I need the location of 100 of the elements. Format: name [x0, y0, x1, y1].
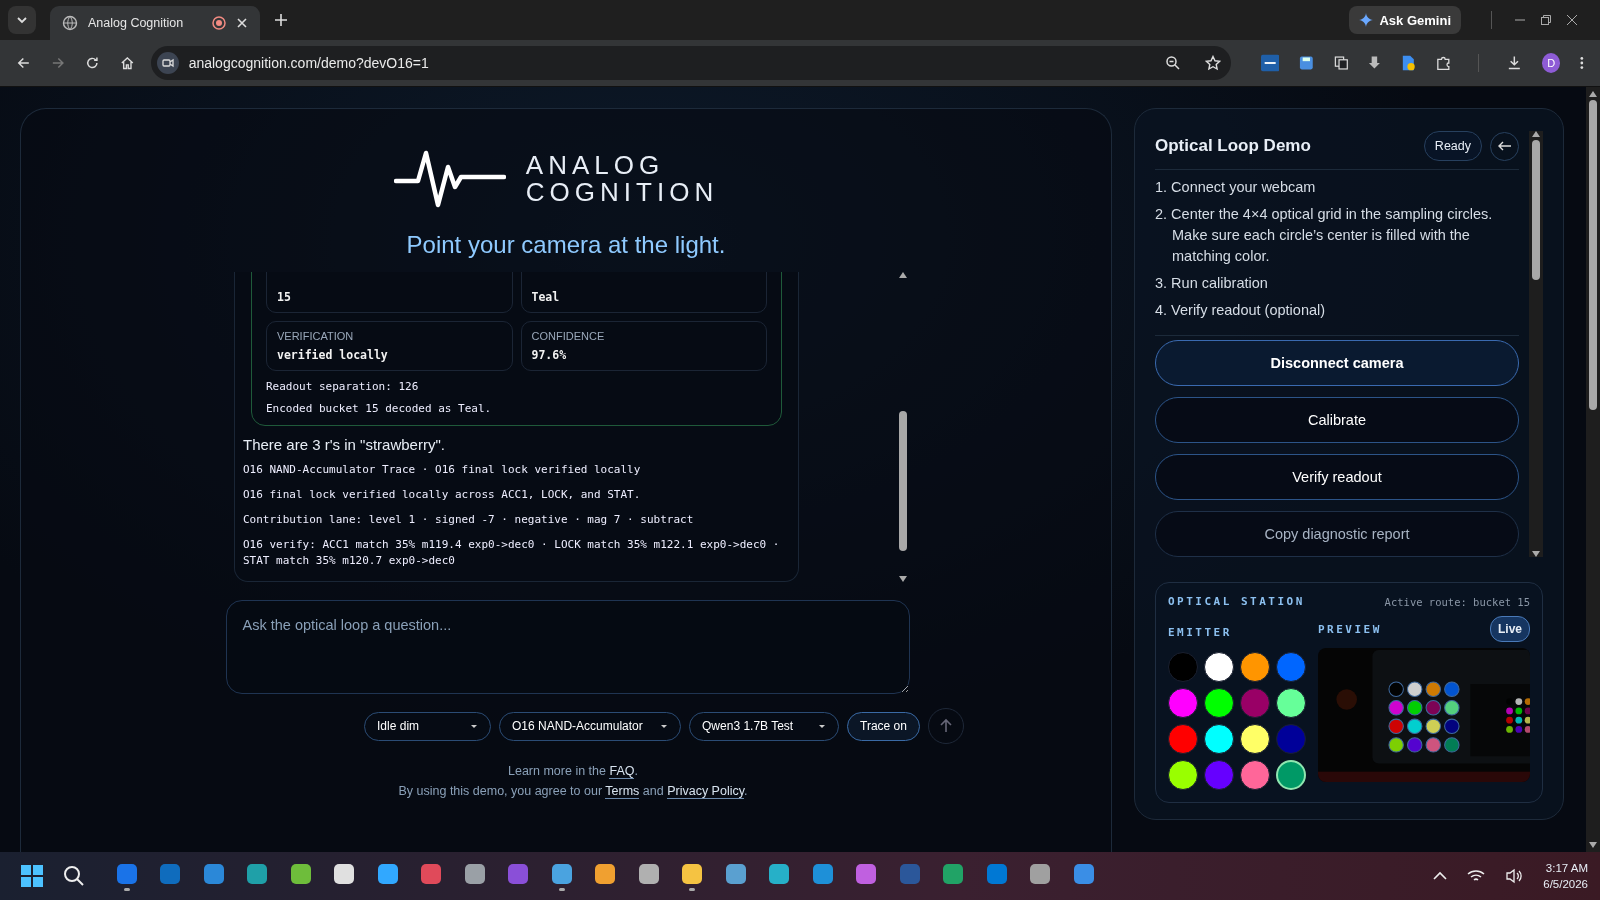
trace-line: O16 verify: ACC1 match 35% m119.4 exp0->dec0 · LOCK match 35% m122.1 exp0->dec0 · STAT match 35% m120.7 exp0->dec0	[243, 537, 781, 569]
profile-avatar[interactable]: D	[1542, 53, 1561, 73]
logo-text: ANALOG	[525, 152, 666, 179]
cell-value: verified locally	[277, 348, 389, 362]
color-swatch[interactable]	[1168, 688, 1198, 718]
color-swatch[interactable]	[1168, 760, 1198, 790]
new-tab-icon[interactable]	[274, 13, 288, 27]
cell-label: CONFIDENCE	[531, 330, 606, 342]
scrollbar[interactable]	[1529, 131, 1543, 557]
panel-button[interactable]: Calibrate	[1155, 397, 1519, 443]
scroll-down-icon[interactable]	[899, 576, 907, 582]
app-icon[interactable]	[1028, 861, 1053, 886]
clock-time[interactable]: 3:17 AM	[1545, 860, 1588, 876]
dropdown[interactable]: Qwen3 1.7B Test	[689, 711, 840, 741]
color-swatch[interactable]	[1204, 760, 1234, 790]
scrollbar[interactable]	[896, 272, 910, 582]
app-icon[interactable]	[680, 861, 705, 886]
panel-button[interactable]: Disconnect camera	[1155, 340, 1519, 386]
terms-link[interactable]: Terms	[605, 784, 640, 799]
scroll-down-icon[interactable]	[1589, 842, 1597, 848]
color-swatch[interactable]	[1240, 724, 1270, 754]
close-icon[interactable]	[1566, 14, 1578, 26]
restore-icon[interactable]	[1540, 14, 1552, 26]
volume-icon[interactable]	[1505, 868, 1524, 884]
tab-list-button[interactable]	[8, 6, 36, 34]
reload-icon[interactable]	[85, 55, 100, 71]
download-arrow-icon[interactable]	[1368, 55, 1382, 71]
panel-title: Optical Loop Demo	[1155, 136, 1312, 156]
color-swatch[interactable]	[1168, 724, 1198, 754]
browser-tab[interactable]: Analog Cognition	[50, 6, 260, 40]
back-icon[interactable]	[16, 55, 31, 71]
address-bar[interactable]: analogcognition.com/demo?devO16=1	[150, 46, 1231, 80]
status-pill: Ready	[1423, 131, 1482, 161]
forward-icon[interactable]	[50, 55, 66, 71]
color-swatch[interactable]	[1276, 652, 1306, 682]
trace-line: O16 NAND-Accumulator Trace · O16 final lock verified locally	[243, 462, 642, 478]
scroll-thumb[interactable]	[1532, 140, 1540, 280]
document-badge-icon[interactable]	[1401, 54, 1416, 72]
puzzle-icon[interactable]	[1435, 55, 1451, 71]
result-note: Readout separation: 126	[266, 380, 420, 393]
color-swatch[interactable]	[1168, 652, 1198, 682]
app-icon[interactable]	[245, 861, 270, 886]
color-swatch[interactable]	[1276, 724, 1306, 754]
site-info-icon[interactable]	[156, 52, 179, 74]
app-icon[interactable]	[332, 861, 357, 886]
ask-gemini-button[interactable]: Ask Gemini	[1349, 6, 1461, 34]
live-badge: Live	[1490, 616, 1530, 642]
app-icon[interactable]	[375, 861, 400, 886]
preview-label: PREVIEW	[1318, 622, 1382, 636]
footer-text: By using this demo, you agree to our Terms and Privacy Policy.	[398, 784, 748, 798]
clock-date[interactable]: 6/5/2026	[1543, 876, 1588, 892]
color-swatch[interactable]	[1276, 688, 1306, 718]
more-menu-icon[interactable]	[1580, 56, 1584, 70]
dropdown[interactable]: O16 NAND-Accumulator	[499, 711, 682, 741]
cell-value: Teal	[531, 290, 561, 304]
caret-icon	[660, 723, 669, 729]
chevron-up-icon[interactable]	[1433, 871, 1448, 881]
color-swatch[interactable]	[1204, 724, 1234, 754]
download-icon[interactable]	[1507, 55, 1522, 71]
color-swatch[interactable]	[1204, 688, 1234, 718]
dropdown[interactable]: Idle dim	[364, 711, 492, 741]
wifi-icon[interactable]	[1467, 868, 1486, 884]
scroll-up-icon[interactable]	[1589, 91, 1597, 97]
color-swatch[interactable]	[1204, 652, 1234, 682]
app-icon[interactable]	[636, 861, 661, 886]
color-swatch[interactable]	[1240, 652, 1270, 682]
answer-text: There are 3 r's in "strawberry".	[243, 436, 446, 453]
app-icon[interactable]	[767, 861, 792, 886]
route-text: Active route: bucket 15	[1384, 595, 1530, 608]
question-field[interactable]: Ask the optical loop a question...	[225, 600, 910, 694]
tab-title: Analog Cognition	[88, 16, 185, 30]
pdf-extension-icon[interactable]	[1260, 54, 1279, 72]
app-icon[interactable]	[288, 861, 313, 886]
chevron-down-icon	[16, 14, 28, 26]
zoom-icon[interactable]	[1164, 55, 1181, 71]
color-swatch[interactable]	[1240, 760, 1270, 790]
search-icon[interactable]	[63, 865, 85, 887]
bookmark-star-icon[interactable]	[1204, 55, 1221, 71]
app-icon[interactable]	[723, 861, 748, 886]
scroll-thumb[interactable]	[1589, 100, 1597, 410]
app-icon[interactable]	[593, 861, 618, 886]
panel-button[interactable]: Verify readout	[1155, 454, 1519, 500]
scroll-thumb[interactable]	[899, 411, 907, 551]
color-swatch[interactable]	[1240, 688, 1270, 718]
toggle-button[interactable]: Trace on	[847, 711, 920, 741]
scroll-up-icon[interactable]	[1532, 131, 1540, 137]
cell-value: 15	[277, 290, 292, 304]
emitter-label: EMITTER	[1168, 626, 1232, 639]
page-scrollbar[interactable]	[1586, 87, 1600, 852]
app-icon[interactable]	[462, 861, 487, 886]
start-icon[interactable]	[21, 865, 43, 887]
cell-label: VERIFICATION	[277, 330, 355, 342]
scroll-down-icon[interactable]	[1532, 551, 1540, 557]
copy-icon[interactable]	[1333, 55, 1349, 71]
sparkle-icon	[1359, 13, 1374, 27]
scroll-up-icon[interactable]	[899, 272, 907, 278]
app-icon[interactable]	[549, 861, 574, 886]
globe-icon	[62, 15, 78, 31]
footer-text: Learn more in the FAQ.	[508, 764, 638, 778]
home-icon[interactable]	[119, 55, 135, 71]
